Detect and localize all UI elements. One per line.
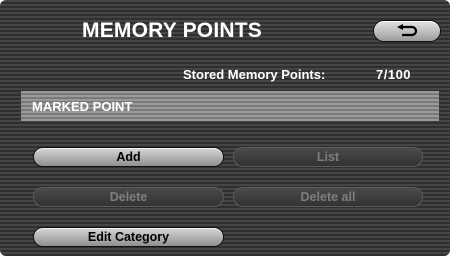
delete-all-button[interactable]: Delete all xyxy=(233,187,423,207)
add-button[interactable]: Add xyxy=(33,147,224,167)
edit-category-button[interactable]: Edit Category xyxy=(33,227,224,247)
page-title: MEMORY POINTS xyxy=(82,19,262,42)
back-button[interactable] xyxy=(373,20,441,42)
delete-button[interactable]: Delete xyxy=(33,187,224,207)
stored-points-count: 7/100 xyxy=(376,67,412,82)
memory-points-screen: MEMORY POINTS Stored Memory Points: 7/10… xyxy=(0,0,450,256)
selected-point-bar: MARKED POINT xyxy=(21,91,439,121)
stored-points-label: Stored Memory Points: xyxy=(183,67,326,82)
selected-point-name: MARKED POINT xyxy=(32,99,133,114)
return-arrow-icon xyxy=(397,24,418,37)
list-button[interactable]: List xyxy=(233,147,423,167)
